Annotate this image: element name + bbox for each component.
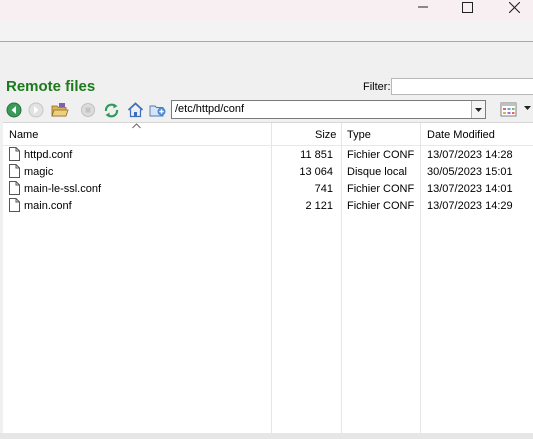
close-button[interactable] [502,0,526,14]
column-header-name[interactable]: Name [9,129,38,141]
document-icon [9,147,20,161]
arrow-left-circle-icon [6,102,22,118]
maximize-button[interactable] [455,0,479,14]
file-name: magic [24,166,54,178]
file-size: 2 121 [305,200,333,212]
home-icon [127,102,143,118]
refresh-button[interactable] [102,101,120,119]
view-options-icon [500,102,517,117]
maximize-icon [461,1,473,13]
file-date: 30/05/2023 15:01 [427,166,513,178]
file-type: Fichier CONF [347,183,415,195]
file-list[interactable]: Name Size Type Date Modified httpd.conf … [3,122,533,438]
open-folder-button[interactable] [51,101,69,119]
view-options-button[interactable] [500,102,518,118]
file-size: 13 064 [299,166,333,178]
home-button[interactable] [126,101,144,119]
arrow-right-circle-icon [28,102,44,118]
navigation-toolbar: /etc/httpd/conf [0,99,533,121]
stop-button[interactable] [79,101,97,119]
document-icon [9,164,20,178]
path-dropdown-button[interactable] [471,101,485,118]
status-strip [0,433,533,439]
close-icon [508,1,520,13]
list-header: Name Size Type Date Modified [3,123,533,146]
new-folder-icon [149,105,166,117]
file-name: httpd.conf [24,149,73,161]
chevron-down-icon [475,107,482,112]
chevron-down-icon [524,106,531,110]
filter-label: Filter: [363,81,391,93]
window-titlebar [0,0,533,21]
file-type: Disque local [347,166,407,178]
table-row[interactable]: main.conf 2 121 Fichier CONF 13/07/2023 … [3,198,533,215]
minimize-icon [418,6,428,8]
refresh-icon [104,103,118,117]
file-type: Fichier CONF [347,200,415,212]
path-combobox[interactable]: /etc/httpd/conf [171,100,486,119]
table-row[interactable]: main-le-ssl.conf 741 Fichier CONF 13/07/… [3,181,533,198]
file-size: 11 851 [300,149,333,161]
table-row[interactable]: httpd.conf 11 851 Fichier CONF 13/07/202… [3,147,533,164]
file-name: main.conf [24,200,72,212]
separator-band [0,41,533,76]
panel-title: Remote files [6,78,96,95]
file-size: 741 [314,183,333,195]
minimize-button[interactable] [411,0,435,14]
column-header-date[interactable]: Date Modified [427,129,495,141]
file-date: 13/07/2023 14:28 [427,149,513,161]
forward-button[interactable] [27,101,45,119]
remote-files-panel: Remote files Filter: /etc/httpd/conf Nam… [0,74,533,439]
column-header-size[interactable]: Size [315,129,336,141]
table-row[interactable]: magic 13 064 Disque local 30/05/2023 15:… [3,164,533,181]
column-header-type[interactable]: Type [347,129,371,141]
document-icon [9,198,20,212]
filter-input[interactable] [391,78,533,95]
path-text: /etc/httpd/conf [175,103,245,115]
file-type: Fichier CONF [347,149,415,161]
view-options-dropdown[interactable] [524,105,531,112]
sort-ascending-icon [132,121,141,131]
file-date: 13/07/2023 14:29 [427,200,513,212]
stop-icon [81,103,95,117]
file-date: 13/07/2023 14:01 [427,183,513,195]
file-name: main-le-ssl.conf [24,183,102,195]
toolbar-area [0,21,533,41]
document-icon [9,181,20,195]
new-folder-button[interactable] [149,101,167,119]
back-button[interactable] [5,101,23,119]
open-folder-icon [51,103,69,117]
